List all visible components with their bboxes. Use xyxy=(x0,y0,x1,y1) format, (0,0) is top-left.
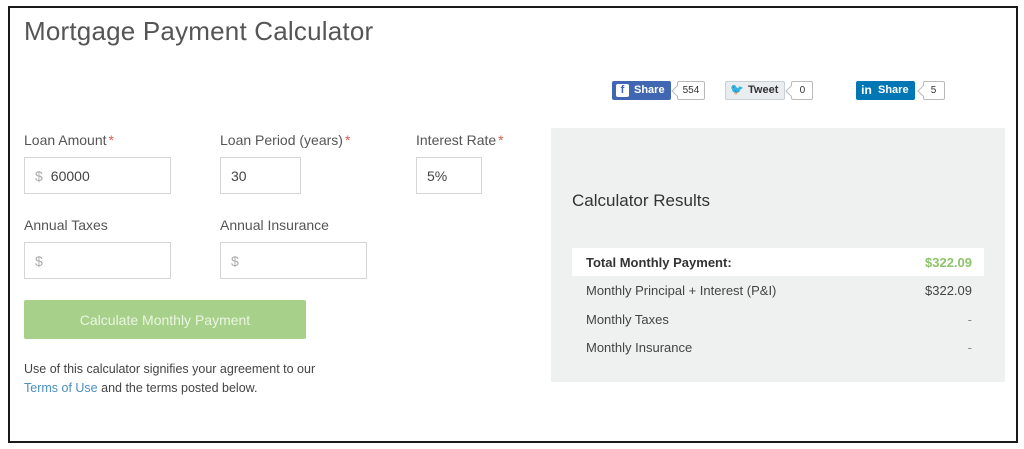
interest-rate-input[interactable]: 5% xyxy=(416,157,482,194)
total-monthly-payment-row: Total Monthly Payment: $322.09 xyxy=(572,248,984,276)
annual-insurance-label: Annual Insurance xyxy=(220,217,329,233)
dollar-prefix: $ xyxy=(35,252,43,269)
interest-rate-label: Interest Rate * xyxy=(416,132,504,148)
facebook-share-count: 554 xyxy=(676,80,706,100)
loan-amount-value: 60000 xyxy=(50,167,90,184)
dollar-prefix: $ xyxy=(35,167,43,184)
dollar-prefix: $ xyxy=(231,252,239,269)
twitter-tweet-label: Tweet xyxy=(748,84,779,96)
result-label: Total Monthly Payment: xyxy=(586,254,732,270)
calculator-results-panel: Calculator Results Total Monthly Payment… xyxy=(551,128,1005,382)
terms-of-use-link[interactable]: Terms of Use xyxy=(24,381,98,395)
loan-amount-label: Loan Amount * xyxy=(24,132,114,148)
interest-rate-value: 5% xyxy=(427,167,448,184)
facebook-share-widget: f Share 554 xyxy=(612,80,706,100)
required-asterisk: * xyxy=(108,132,114,148)
result-label: Monthly Principal + Interest (P&I) xyxy=(586,282,777,298)
terms-disclaimer: Use of this calculator signifies your ag… xyxy=(24,360,324,398)
facebook-icon: f xyxy=(616,83,629,97)
facebook-share-button[interactable]: f Share xyxy=(612,80,671,100)
loan-amount-label-text: Loan Amount xyxy=(24,132,107,148)
twitter-tweet-count: 0 xyxy=(791,80,814,100)
annual-insurance-input[interactable]: $ xyxy=(220,242,367,279)
disclaimer-text-after: and the terms posted below. xyxy=(97,381,258,395)
result-label: Monthly Insurance xyxy=(586,339,693,355)
monthly-taxes-row: Monthly Taxes - xyxy=(572,305,984,333)
facebook-share-label: Share xyxy=(634,84,665,96)
linkedin-icon: in xyxy=(861,82,872,97)
linkedin-share-button[interactable]: in Share xyxy=(856,80,915,100)
loan-period-input[interactable]: 30 xyxy=(220,157,301,194)
annual-taxes-label: Annual Taxes xyxy=(24,217,108,233)
principal-interest-row: Monthly Principal + Interest (P&I) $322.… xyxy=(572,276,984,304)
linkedin-share-count: 5 xyxy=(922,80,945,100)
results-title: Calculator Results xyxy=(572,191,710,210)
linkedin-share-label: Share xyxy=(878,84,909,96)
monthly-insurance-row: Monthly Insurance - xyxy=(572,333,984,361)
required-asterisk: * xyxy=(498,132,504,148)
linkedin-share-widget: in Share 5 xyxy=(856,80,945,100)
page-title: Mortgage Payment Calculator xyxy=(24,16,374,46)
loan-period-label-text: Loan Period (years) xyxy=(220,132,343,148)
interest-rate-label-text: Interest Rate xyxy=(416,132,497,148)
result-value: - xyxy=(967,339,972,355)
twitter-bird-icon: 🐦 xyxy=(730,83,744,96)
loan-period-label: Loan Period (years) * xyxy=(220,132,350,148)
result-value: - xyxy=(967,311,972,327)
twitter-tweet-widget: 🐦 Tweet 0 xyxy=(725,80,814,100)
annual-taxes-input[interactable]: $ xyxy=(24,242,171,279)
result-value: $322.09 xyxy=(925,282,972,298)
required-asterisk: * xyxy=(344,132,351,148)
disclaimer-text-before: Use of this calculator signifies your ag… xyxy=(24,362,316,376)
result-value: $322.09 xyxy=(925,254,972,270)
twitter-tweet-button[interactable]: 🐦 Tweet xyxy=(725,80,786,100)
calculate-monthly-payment-button[interactable]: Calculate Monthly Payment xyxy=(24,300,306,339)
loan-period-value: 30 xyxy=(231,167,247,184)
loan-amount-input[interactable]: $ 60000 xyxy=(24,157,171,194)
result-label: Monthly Taxes xyxy=(586,311,669,327)
